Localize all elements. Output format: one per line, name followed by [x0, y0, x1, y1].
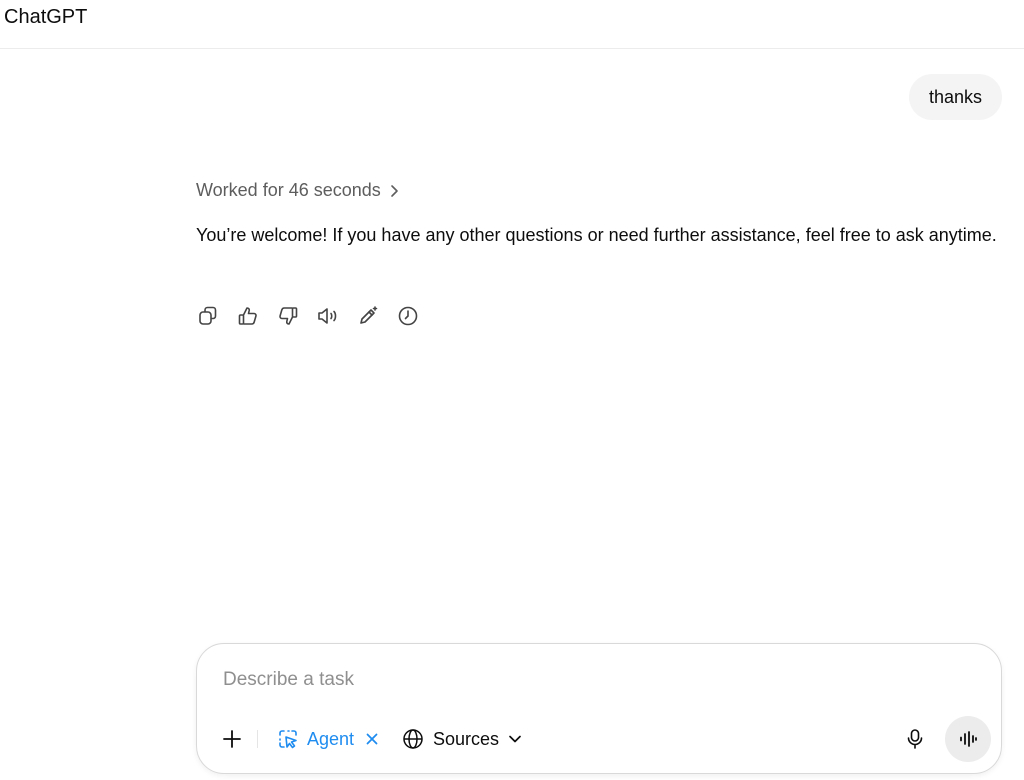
plus-icon [223, 730, 241, 748]
add-attachment-button[interactable] [219, 726, 245, 752]
thumbs-down-icon [279, 307, 298, 325]
voice-waveform-icon [960, 731, 977, 747]
edit-in-canvas-button[interactable] [356, 304, 380, 328]
assistant-reply: You’re welcome! If you have any other qu… [196, 225, 997, 245]
read-aloud-button[interactable] [316, 304, 340, 328]
globe-icon [403, 729, 423, 749]
composer: Agent Sources [196, 643, 1002, 774]
thumbs-up-button[interactable] [236, 304, 260, 328]
agent-mode-chip[interactable]: Agent [277, 726, 378, 752]
dictate-button[interactable] [903, 727, 927, 751]
thumbs-up-icon [238, 307, 257, 325]
user-message-bubble: thanks [908, 74, 1002, 120]
thumbs-down-button[interactable] [276, 304, 300, 328]
read-aloud-icon [318, 308, 337, 324]
toolbar-divider [257, 730, 258, 748]
worked-for-label: Worked for 46 seconds [196, 180, 381, 200]
chevron-right-icon [390, 184, 398, 197]
chevron-down-icon [509, 735, 521, 743]
remove-agent-button[interactable] [366, 733, 378, 745]
sources-label: Sources [433, 728, 500, 749]
worked-for-toggle[interactable]: Worked for 46 seconds [196, 180, 399, 201]
agent-label: Agent [307, 728, 355, 749]
sources-dropdown[interactable]: Sources [402, 726, 522, 752]
agent-cursor-icon [279, 730, 297, 749]
app-title: ChatGPT [4, 6, 88, 28]
copy-icon [199, 306, 217, 325]
history-button[interactable] [396, 304, 420, 328]
microphone-icon [907, 729, 923, 749]
close-icon [366, 733, 378, 745]
message-actions [196, 304, 420, 328]
clock-icon [398, 306, 418, 326]
task-input[interactable] [223, 662, 963, 698]
top-bar: ChatGPT [0, 0, 1024, 49]
edit-in-canvas-icon [360, 306, 378, 324]
copy-button[interactable] [196, 304, 220, 328]
voice-mode-button[interactable] [945, 716, 991, 762]
